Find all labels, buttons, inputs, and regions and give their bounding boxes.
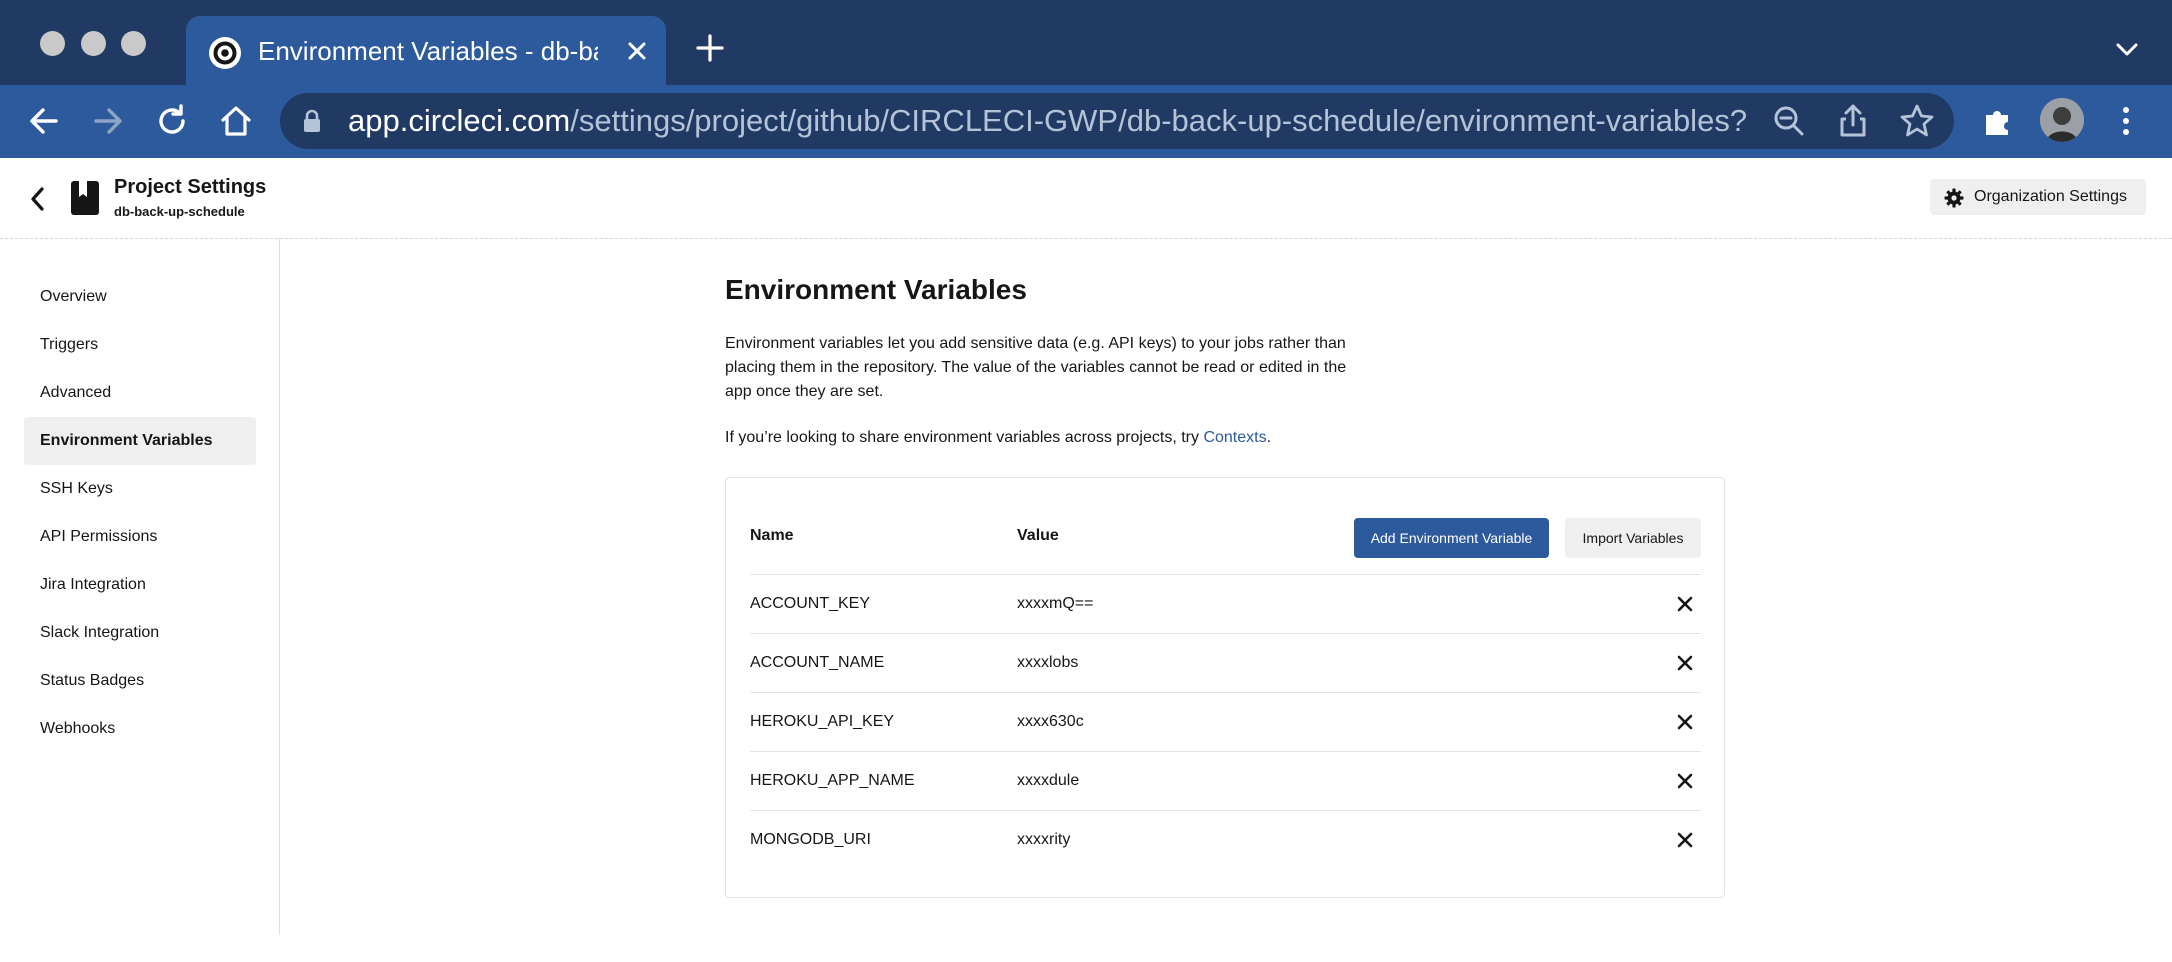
variable-value: xxxxdule bbox=[1017, 772, 1080, 789]
sidebar-item-slack-integration[interactable]: Slack Integration bbox=[24, 609, 256, 657]
forward-arrow-icon[interactable] bbox=[88, 101, 128, 141]
share-icon[interactable] bbox=[1833, 101, 1873, 141]
organization-settings-label: Organization Settings bbox=[1974, 188, 2127, 205]
contexts-link[interactable]: Contexts bbox=[1203, 429, 1266, 446]
import-variables-button[interactable]: Import Variables bbox=[1565, 518, 1701, 558]
delete-x-icon[interactable] bbox=[1676, 595, 1694, 613]
sidebar-item-label: Advanced bbox=[40, 384, 112, 401]
circleci-favicon-icon bbox=[209, 37, 241, 69]
url-host: app.circleci.com bbox=[348, 103, 571, 138]
name-column-header: Name bbox=[750, 527, 794, 544]
page-title: Project Settings bbox=[114, 176, 267, 198]
browser-tab[interactable]: Environment Variables - db-back-up-sched… bbox=[186, 16, 666, 85]
sidebar-item-label: Jira Integration bbox=[40, 576, 146, 593]
variable-value: xxxxmQ== bbox=[1017, 595, 1094, 612]
reload-icon[interactable] bbox=[152, 101, 192, 141]
sidebar-item-ssh-keys[interactable]: SSH Keys bbox=[24, 465, 256, 513]
sidebar-item-label: SSH Keys bbox=[40, 480, 113, 497]
sidebar-item-jira-integration[interactable]: Jira Integration bbox=[24, 561, 256, 609]
sidebar-item-advanced[interactable]: Advanced bbox=[24, 369, 256, 417]
sidebar-item-status-badges[interactable]: Status Badges bbox=[24, 657, 256, 705]
table-row: HEROKU_API_KEY xxxx630c bbox=[750, 692, 1701, 752]
profile-avatar-icon bbox=[2040, 98, 2084, 142]
browser-toolbar: app.circleci.com/settings/project/github… bbox=[0, 85, 2172, 158]
new-tab-icon[interactable] bbox=[693, 31, 727, 65]
url-path: /settings/project/github/CIRCLECI-GWP/db… bbox=[570, 103, 1748, 138]
delete-x-icon[interactable] bbox=[1676, 772, 1694, 790]
extensions-puzzle-icon[interactable] bbox=[1978, 101, 2018, 141]
table-row: ACCOUNT_KEY xxxxmQ== bbox=[750, 574, 1701, 634]
table-row: MONGODB_URI xxxxrity bbox=[750, 810, 1701, 870]
delete-x-icon[interactable] bbox=[1676, 654, 1694, 672]
chevron-down-icon[interactable] bbox=[2112, 34, 2142, 64]
back-chevron-icon[interactable] bbox=[26, 184, 50, 214]
variable-value: xxxx630c bbox=[1017, 713, 1084, 730]
lock-icon[interactable] bbox=[302, 109, 322, 133]
address-bar[interactable]: app.circleci.com/settings/project/github… bbox=[280, 93, 1954, 149]
sidebar-item-environment-variables[interactable]: Environment Variables bbox=[24, 417, 256, 465]
browser-window: Environment Variables - db-back-up-sched… bbox=[0, 0, 2172, 962]
settings-sidebar: Overview Triggers Advanced Environment V… bbox=[0, 238, 280, 935]
sidebar-item-label: Slack Integration bbox=[40, 624, 160, 641]
value-column-header: Value bbox=[1017, 527, 1059, 544]
sidebar-item-label: Environment Variables bbox=[40, 432, 213, 449]
window-maximize-button[interactable] bbox=[121, 31, 146, 56]
home-icon[interactable] bbox=[216, 101, 256, 141]
tab-title: Environment Variables - db-back-up-sched… bbox=[258, 36, 598, 66]
delete-x-icon[interactable] bbox=[1676, 713, 1694, 731]
sidebar-item-triggers[interactable]: Triggers bbox=[24, 321, 256, 369]
variable-name: HEROKU_APP_NAME bbox=[750, 772, 915, 789]
url-text[interactable]: app.circleci.com/settings/project/github… bbox=[348, 103, 1748, 139]
tab-close-icon[interactable] bbox=[621, 34, 653, 68]
delete-x-icon[interactable] bbox=[1676, 831, 1694, 849]
table-row: HEROKU_APP_NAME xxxxdule bbox=[750, 751, 1701, 811]
sidebar-item-webhooks[interactable]: Webhooks bbox=[24, 705, 256, 753]
avatar[interactable] bbox=[2040, 98, 2084, 142]
variable-name: ACCOUNT_NAME bbox=[750, 654, 885, 671]
sidebar-item-label: Status Badges bbox=[40, 672, 145, 689]
organization-settings-button[interactable]: Organization Settings bbox=[1930, 179, 2146, 215]
project-header: Project Settings db-back-up-schedule Org… bbox=[0, 158, 2172, 239]
add-environment-variable-button[interactable]: Add Environment Variable bbox=[1354, 518, 1549, 558]
variable-name: ACCOUNT_KEY bbox=[750, 595, 871, 612]
sidebar-item-label: Overview bbox=[40, 288, 107, 305]
variable-value: xxxxrity bbox=[1017, 831, 1071, 848]
project-book-icon bbox=[71, 181, 99, 215]
share-text-body: If you’re looking to share environment v… bbox=[725, 429, 1204, 446]
sidebar-item-api-permissions[interactable]: API Permissions bbox=[24, 513, 256, 561]
tab-strip: Environment Variables - db-back-up-sched… bbox=[0, 0, 2172, 85]
section-title: Environment Variables bbox=[725, 274, 1027, 305]
table-row: ACCOUNT_NAME xxxxlobs bbox=[750, 633, 1701, 693]
variable-name: HEROKU_API_KEY bbox=[750, 713, 895, 730]
env-vars-card: Name Value Add Environment Variable Impo… bbox=[725, 477, 1725, 898]
more-vert-icon[interactable] bbox=[2106, 101, 2146, 141]
intro-text: Environment variables let you add sensit… bbox=[725, 335, 1347, 400]
window-minimize-button[interactable] bbox=[81, 31, 106, 56]
window-close-button[interactable] bbox=[40, 31, 65, 56]
project-name: db-back-up-schedule bbox=[114, 204, 245, 219]
sidebar-item-label: Triggers bbox=[40, 336, 99, 353]
share-text-end: . bbox=[1266, 429, 1272, 446]
zoom-out-icon[interactable] bbox=[1769, 101, 1809, 141]
bookmark-star-icon[interactable] bbox=[1897, 101, 1937, 141]
sidebar-item-label: Webhooks bbox=[40, 720, 116, 737]
gear-icon bbox=[1944, 188, 1964, 208]
sidebar-item-overview[interactable]: Overview bbox=[24, 273, 256, 321]
variable-value: xxxxlobs bbox=[1017, 654, 1079, 671]
back-arrow-icon[interactable] bbox=[24, 101, 64, 141]
share-text: If you’re looking to share environment v… bbox=[725, 429, 1271, 447]
sidebar-item-label: API Permissions bbox=[40, 528, 158, 545]
variable-name: MONGODB_URI bbox=[750, 831, 871, 848]
